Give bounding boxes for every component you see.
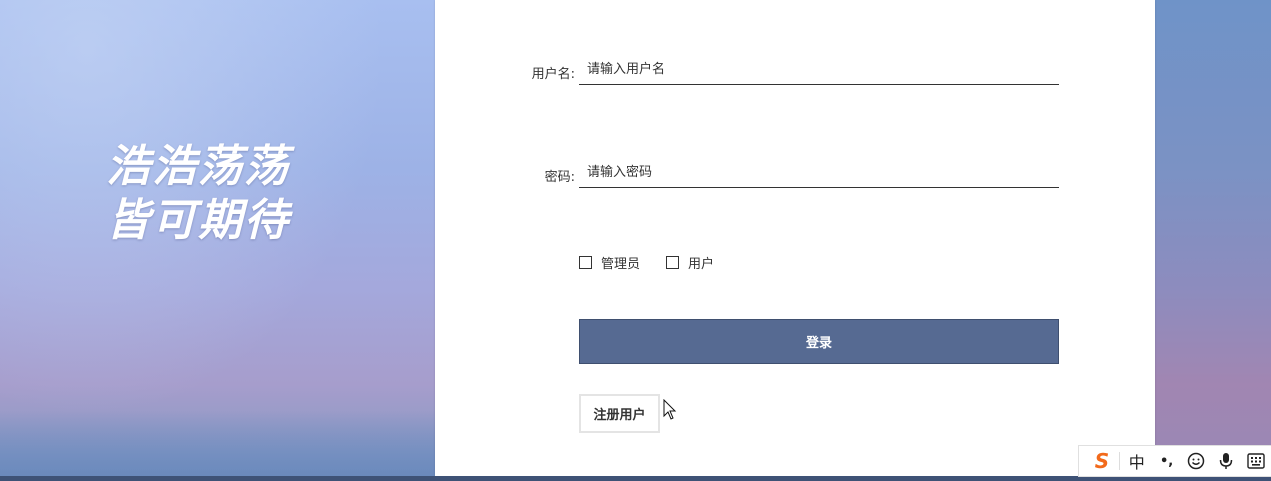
admin-checkbox[interactable]: [579, 256, 592, 269]
slogan: 浩浩荡荡 皆可期待: [0, 140, 290, 248]
admin-checkbox-label: 管理员: [601, 257, 641, 272]
background-left-image: 浩浩荡荡 皆可期待: [0, 0, 435, 481]
password-label: 密码:: [544, 170, 575, 185]
user-checkbox[interactable]: [666, 256, 680, 269]
register-button[interactable]: 注册用户: [579, 394, 660, 433]
background-right-image: [1155, 0, 1271, 481]
emoji-icon[interactable]: [1181, 446, 1211, 476]
login-screen: 浩浩荡荡 皆可期待 用户名: 密码: 管理员 用户 登录 注册用户 S 中: [0, 0, 1271, 481]
microphone-icon[interactable]: [1211, 446, 1241, 476]
role-option-admin[interactable]: 管理员: [579, 253, 640, 272]
ime-toolbar: S 中 •,: [1078, 445, 1271, 477]
login-panel: 用户名: 密码: 管理员 用户 登录 注册用户: [435, 0, 1155, 476]
mouse-cursor-icon: [663, 399, 677, 420]
punctuation-icon[interactable]: •,: [1152, 446, 1182, 476]
slogan-line-2: 皆可期待: [106, 195, 290, 246]
role-option-user[interactable]: 用户: [666, 253, 714, 272]
background-haze: [0, 411, 435, 481]
keyboard-icon[interactable]: [1241, 446, 1271, 476]
password-input[interactable]: [579, 158, 1059, 188]
chinese-mode-icon[interactable]: 中: [1122, 446, 1152, 476]
username-input[interactable]: [579, 55, 1059, 85]
sogou-logo-icon[interactable]: S: [1087, 446, 1117, 476]
slogan-line-1: 浩浩荡荡: [106, 141, 290, 192]
ime-separator: [1118, 452, 1120, 470]
login-button[interactable]: 登录: [579, 319, 1059, 364]
username-label: 用户名:: [531, 67, 575, 82]
user-checkbox-label: 用户: [688, 257, 715, 272]
role-selector: 管理员 用户: [579, 253, 740, 272]
